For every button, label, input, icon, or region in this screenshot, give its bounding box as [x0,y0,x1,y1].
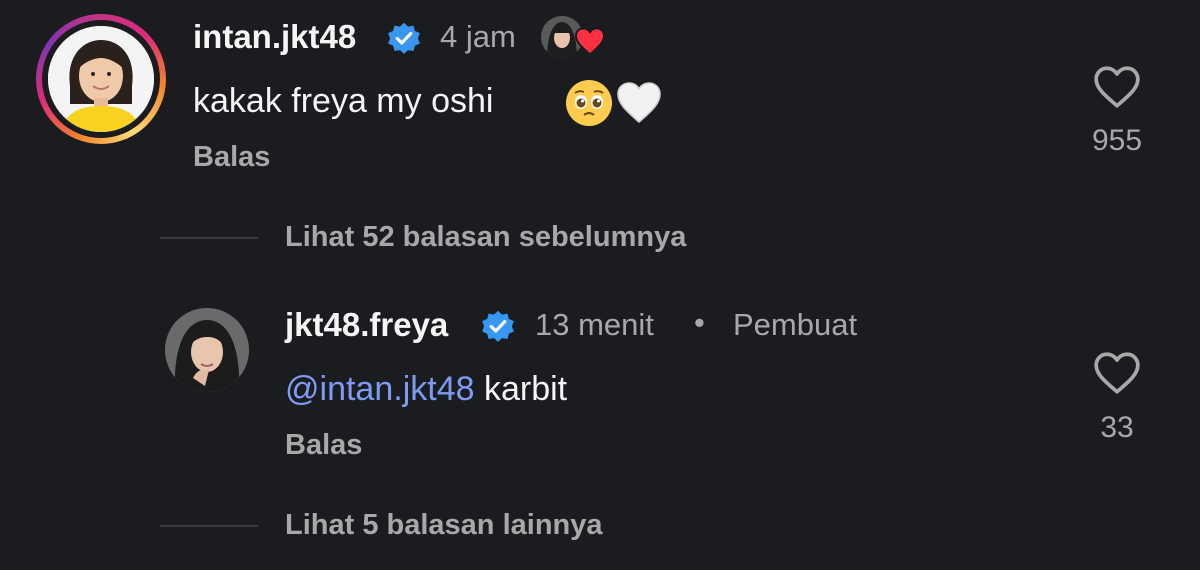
mention-link[interactable]: @intan.jkt48 [285,370,475,408]
reply-text: karbit [474,370,568,408]
reply-comment-text: @intan.jkt48 karbit [285,370,567,409]
avatar[interactable] [48,26,154,132]
reply-button[interactable]: Balas [193,141,270,174]
creator-tag: Pembuat [733,307,858,342]
reply-avatar[interactable] [165,308,249,392]
view-previous-replies-button[interactable]: Lihat 52 balasan sebelumnya [285,221,686,254]
like-count: 33 [1100,411,1134,444]
pleading-face-emoji-icon [566,80,612,126]
separator-dot: • [694,305,705,340]
white-heart-emoji-icon [617,82,661,124]
thread-divider [160,237,258,239]
reply-button[interactable]: Balas [285,429,362,462]
comment-text: kakak freya my oshi [193,82,494,120]
reply-username[interactable]: jkt48.freya [285,306,448,344]
thread-divider [160,525,258,527]
comment-username[interactable]: intan.jkt48 [193,18,356,56]
story-ring-avatar[interactable] [36,14,166,144]
creator-liked-heart-icon [574,27,606,56]
reply-time: 13 menit [535,307,654,342]
like-count: 955 [1091,124,1143,157]
comment-time: 4 jam [440,19,516,54]
like-heart-icon[interactable] [1092,64,1142,110]
verified-badge-icon [482,310,514,342]
view-more-replies-button[interactable]: Lihat 5 balasan lainnya [285,509,603,542]
verified-badge-icon [388,22,420,54]
like-heart-icon[interactable] [1092,350,1142,396]
